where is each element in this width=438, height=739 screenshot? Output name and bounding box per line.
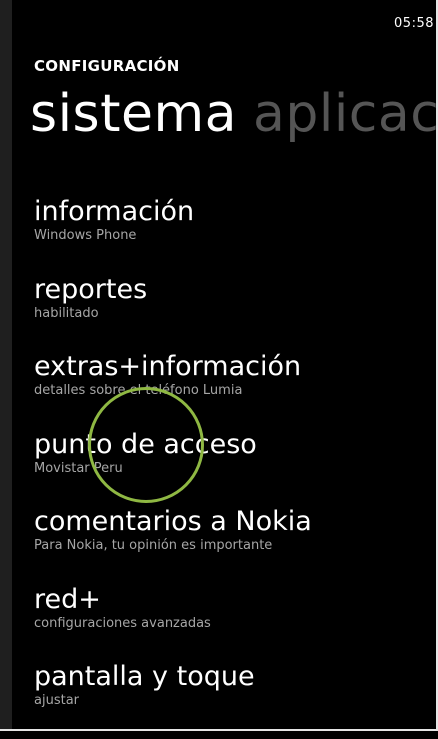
settings-item-extras-informacion[interactable]: extras+información detalles sobre el tel… bbox=[34, 351, 429, 429]
settings-item-subtitle: habilitado bbox=[34, 305, 99, 321]
settings-item-red-plus[interactable]: red+ configuraciones avanzadas bbox=[34, 584, 429, 662]
settings-item-subtitle: Para Nokia, tu opinión es importante bbox=[34, 538, 273, 553]
left-bezel bbox=[0, 0, 12, 731]
pivot-header: sistema aplicac bbox=[30, 88, 438, 140]
settings-item-title: pantalla y toque bbox=[34, 661, 255, 692]
settings-item-subtitle: configuraciones avanzadas bbox=[34, 615, 211, 631]
settings-item-subtitle: Movistar Peru bbox=[34, 460, 123, 476]
pivot-tab-sistema[interactable]: sistema bbox=[30, 84, 237, 144]
settings-item-comentarios-nokia[interactable]: comentarios a Nokia Para Nokia, tu opini… bbox=[34, 506, 429, 584]
settings-item-subtitle: ajustar bbox=[34, 693, 79, 708]
settings-item-title: red+ bbox=[34, 583, 101, 615]
settings-item-title: reportes bbox=[34, 273, 148, 305]
settings-item-informacion[interactable]: información Windows Phone bbox=[34, 196, 429, 274]
settings-item-pantalla-y-toque[interactable]: pantalla y toque ajustar bbox=[34, 661, 429, 739]
settings-item-title: información bbox=[34, 196, 195, 227]
settings-item-subtitle: detalles sobre el teléfono Lumia bbox=[34, 383, 243, 398]
settings-list: información Windows Phone reportes habil… bbox=[34, 196, 429, 739]
settings-item-title: extras+información bbox=[34, 351, 302, 382]
settings-item-reportes[interactable]: reportes habilitado bbox=[34, 274, 429, 352]
phone-screen: 05:58 CONFIGURACIÓN sistema aplicac infor… bbox=[0, 0, 438, 731]
settings-item-title: punto de acceso bbox=[34, 428, 257, 460]
pivot-tab-aplicaciones[interactable]: aplicac bbox=[253, 84, 438, 144]
settings-item-punto-de-acceso[interactable]: punto de acceso Movistar Peru bbox=[34, 429, 429, 507]
page-title: CONFIGURACIÓN bbox=[34, 57, 180, 75]
settings-item-title: comentarios a Nokia bbox=[34, 506, 312, 537]
settings-item-subtitle: Windows Phone bbox=[34, 228, 137, 243]
status-clock: 05:58 bbox=[394, 16, 434, 31]
